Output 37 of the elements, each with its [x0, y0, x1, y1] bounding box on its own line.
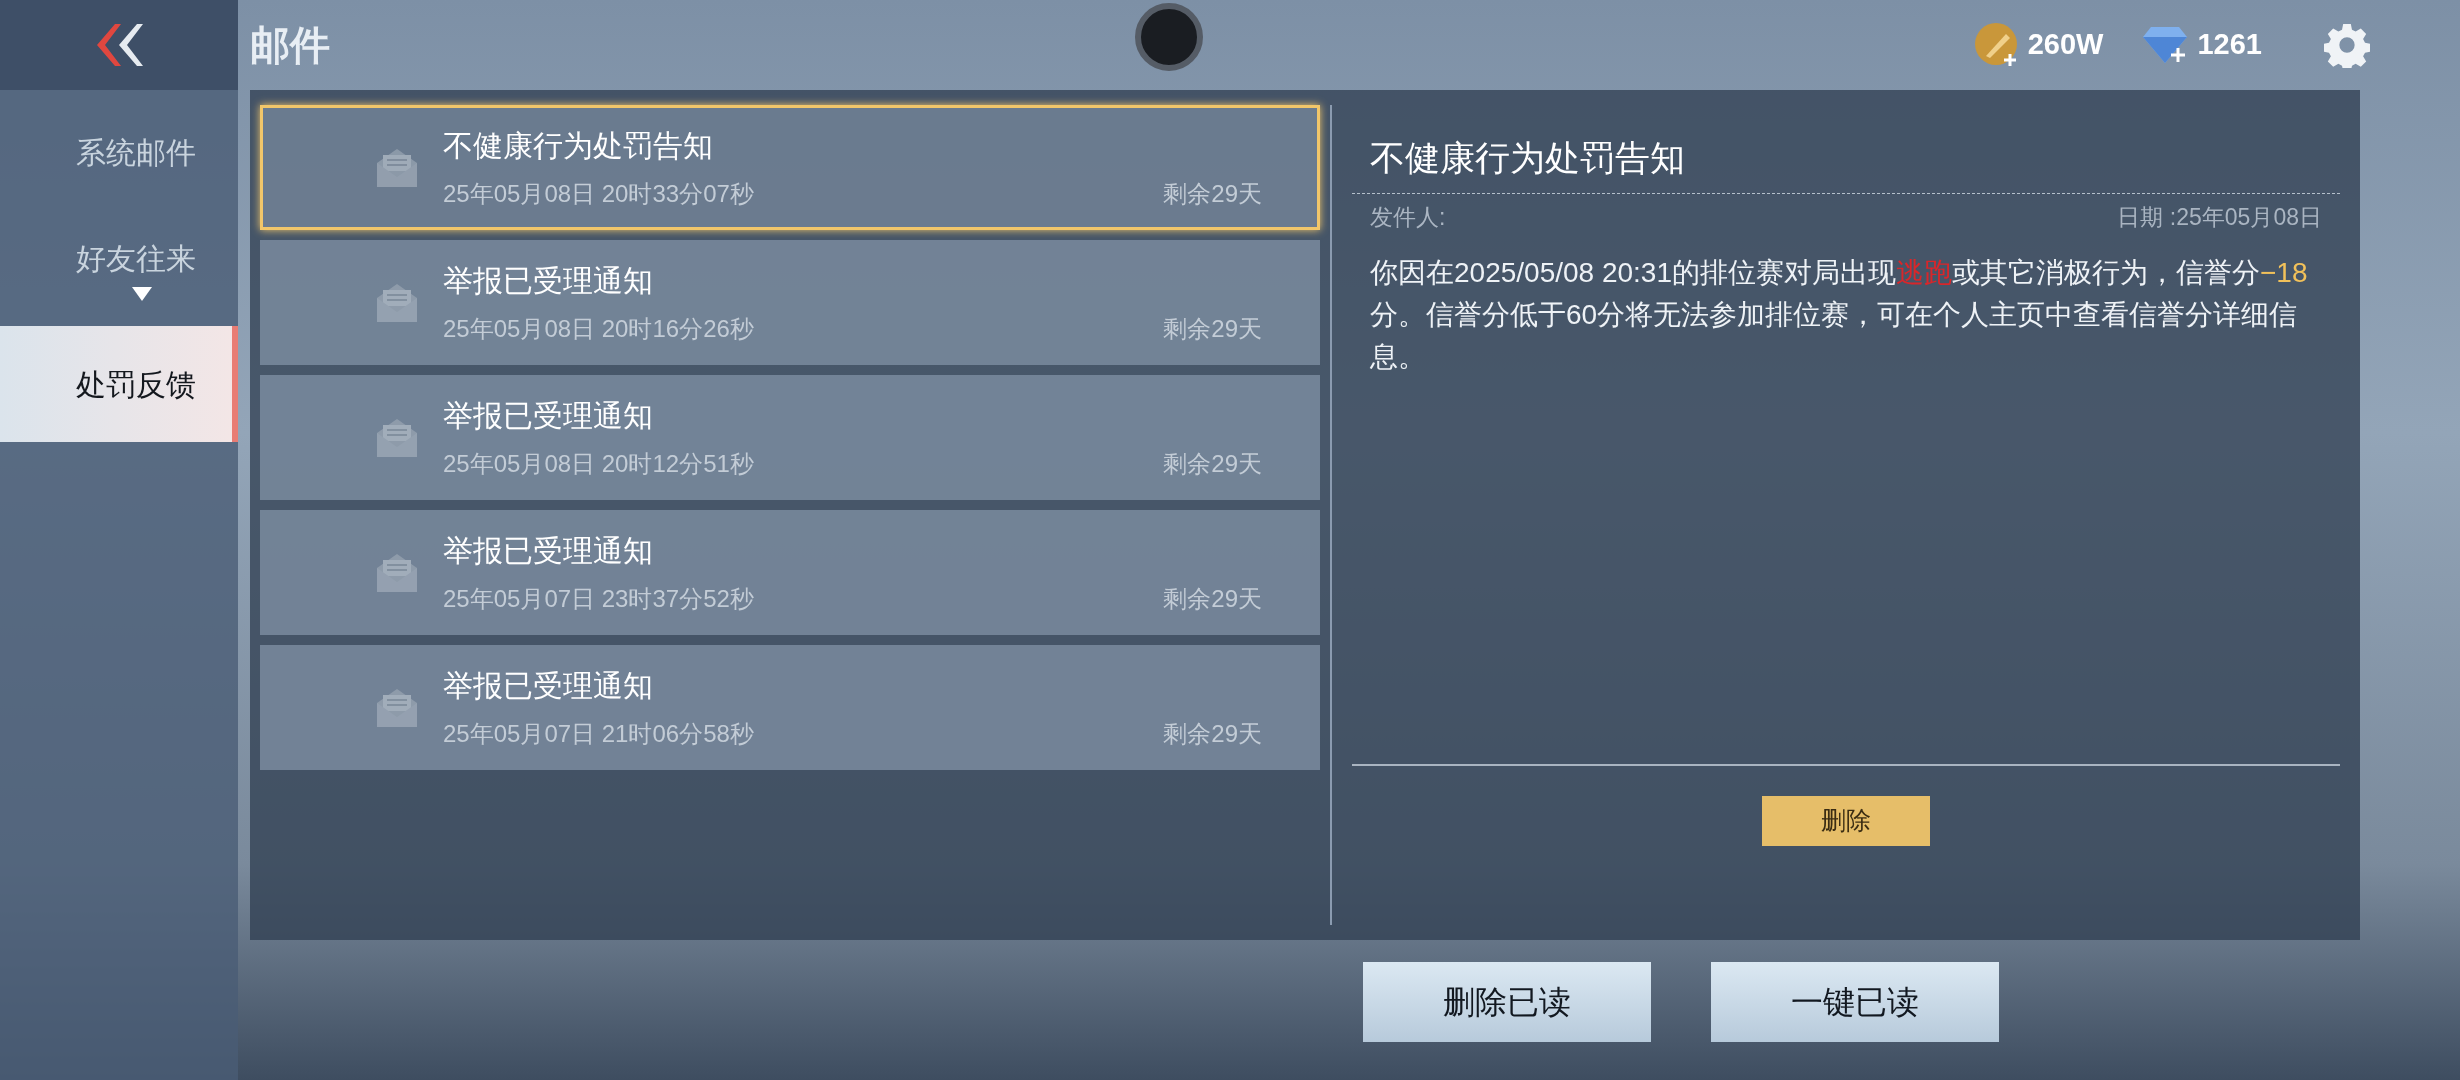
currency-amount: 1261 — [2197, 27, 2262, 63]
mail-time: 25年05月07日 21时06分58秒 — [443, 719, 754, 749]
mail-time: 25年05月08日 20时33分07秒 — [443, 179, 754, 209]
mail-item[interactable]: 举报已受理通知 25年05月08日 20时12分51秒 剩余29天 — [260, 375, 1320, 500]
mail-item[interactable]: 举报已受理通知 25年05月08日 20时16分26秒 剩余29天 — [260, 240, 1320, 365]
mail-title: 不健康行为处罚告知 — [443, 128, 714, 164]
mail-expiry: 剩余29天 — [1163, 719, 1262, 749]
sidebar-tab[interactable]: 处罚反馈 — [0, 326, 238, 442]
sidebar-tab[interactable]: 系统邮件 — [0, 94, 238, 210]
mail-item[interactable]: 不健康行为处罚告知 25年05月08日 20时33分07秒 剩余29天 — [260, 105, 1320, 230]
mail-title: 举报已受理通知 — [443, 533, 654, 569]
mail-time: 25年05月08日 20时16分26秒 — [443, 314, 754, 344]
mail-detail-title: 不健康行为处罚告知 — [1370, 138, 1685, 177]
mail-title: 举报已受理通知 — [443, 263, 654, 299]
page-title: 邮件 — [250, 22, 330, 69]
sidebar-tab[interactable]: 好友往来 — [0, 210, 238, 326]
mail-time: 25年05月08日 20时12分51秒 — [443, 449, 754, 479]
mail-item[interactable]: 举报已受理通知 25年05月07日 23时37分52秒 剩余29天 — [260, 510, 1320, 635]
mail-expiry: 剩余29天 — [1163, 584, 1262, 614]
footer-button[interactable]: 一键已读 — [1711, 962, 1999, 1042]
mail-expiry: 剩余29天 — [1163, 179, 1262, 209]
diamond-icon[interactable] — [2143, 25, 2190, 65]
mail-expiry: 剩余29天 — [1163, 449, 1262, 479]
mail-date: 日期 :25年05月08日 — [2117, 202, 2322, 232]
settings-icon[interactable] — [2324, 22, 2370, 68]
currency-amount: 260W — [2027, 27, 2104, 63]
footer-button[interactable]: 删除已读 — [1363, 962, 1651, 1042]
mail-expiry: 剩余29天 — [1163, 314, 1262, 344]
mail-title: 举报已受理通知 — [443, 398, 654, 434]
coin-icon[interactable] — [1973, 22, 2020, 68]
triangle-down-icon — [132, 286, 152, 301]
mail-title: 举报已受理通知 — [443, 668, 654, 704]
mail-time: 25年05月07日 23时37分52秒 — [443, 584, 754, 614]
sender-label: 发件人: — [1370, 202, 1446, 232]
delete-button[interactable]: 删除 — [1762, 796, 1930, 846]
mail-item[interactable]: 举报已受理通知 25年05月07日 21时06分58秒 剩余29天 — [260, 645, 1320, 770]
mail-body-text: 你因在2025/05/08 20:31的排位赛对局出现逃跑或其它消极行为，信誉分−18 分。信誉分低于60分将无法参加排位赛，可在个人主页中查看信誉分详细信息。 — [1369, 256, 2309, 374]
